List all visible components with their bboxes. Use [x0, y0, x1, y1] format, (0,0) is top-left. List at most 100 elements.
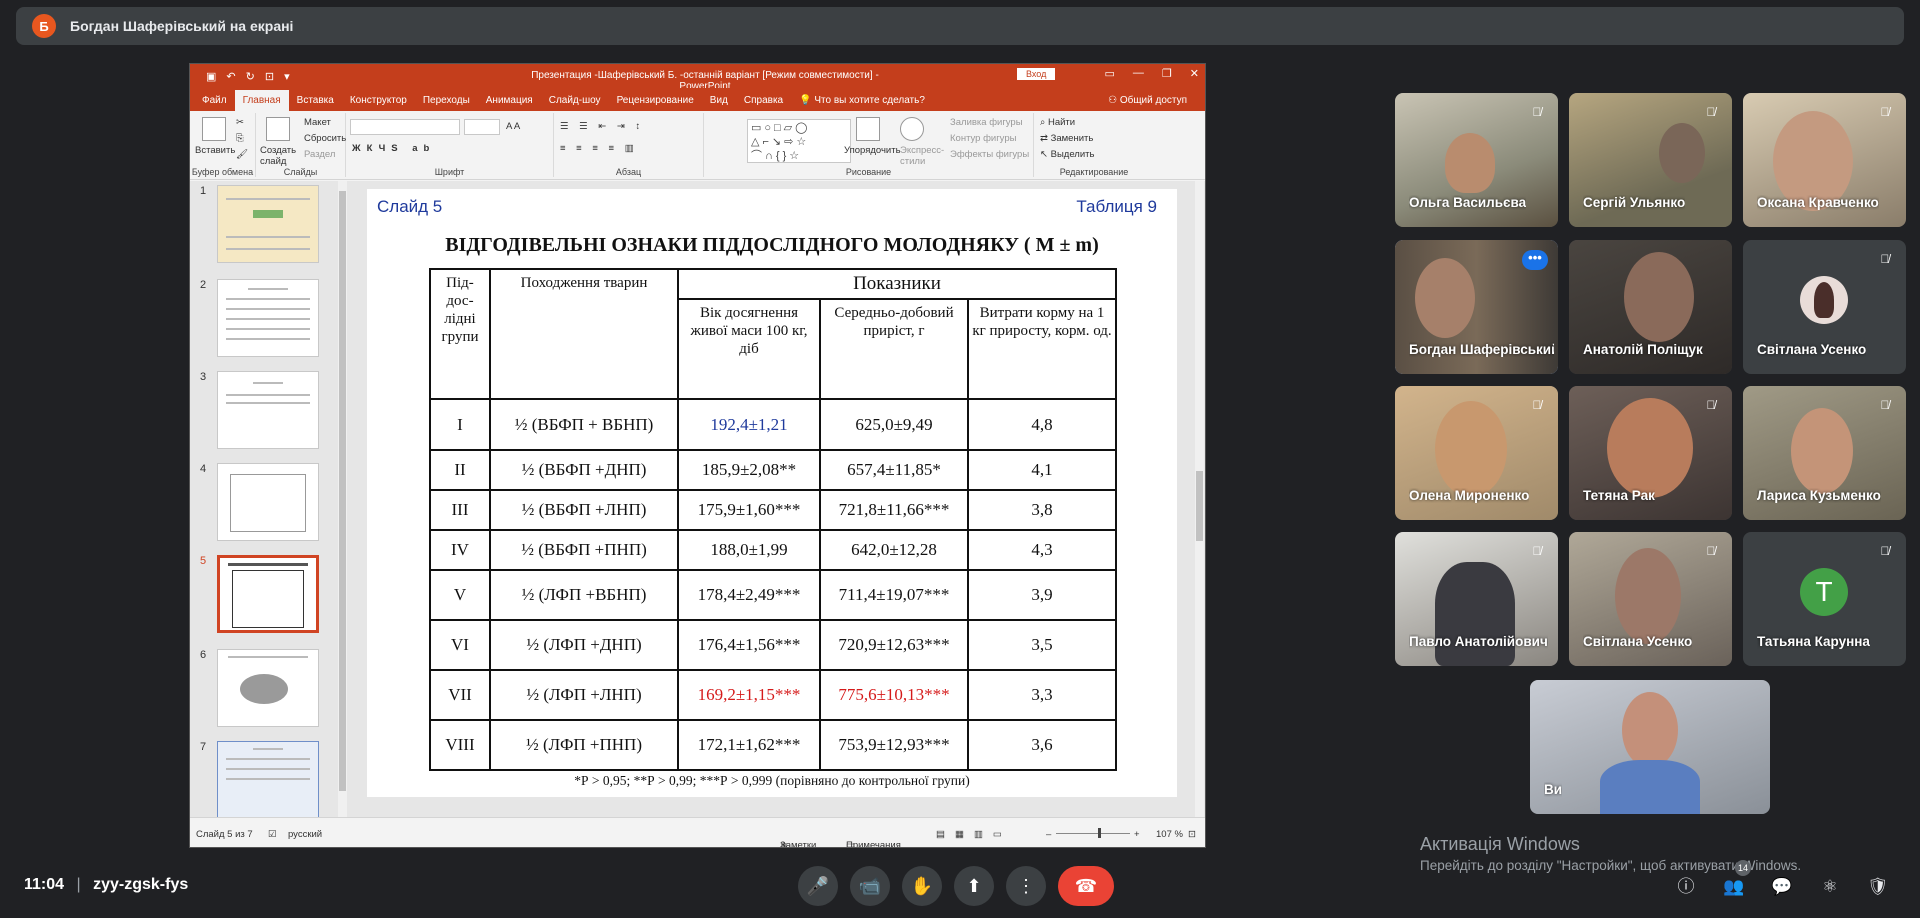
- participant-tile[interactable]: 🎙̸ Світлана Усенко: [1569, 532, 1732, 666]
- reset-button[interactable]: Сбросить: [304, 133, 346, 144]
- layout-button[interactable]: Макет: [304, 117, 331, 128]
- language-label[interactable]: русский: [288, 829, 322, 840]
- participant-tile[interactable]: 🎙̸ Павло Анатолійович: [1395, 532, 1558, 666]
- participant-name: Світлана Усенко: [1757, 342, 1867, 357]
- leave-call-button[interactable]: ☎: [1058, 866, 1114, 906]
- tab-animations[interactable]: Анимация: [478, 95, 541, 111]
- font-format-icons[interactable]: ЖКЧS ab: [352, 143, 435, 154]
- redo-icon[interactable]: ↻: [246, 70, 255, 83]
- font-size-icons[interactable]: A A: [506, 121, 520, 132]
- editor-scrollbar[interactable]: [1195, 181, 1204, 819]
- slide-thumbnail-5-selected[interactable]: [217, 555, 319, 633]
- participant-tile[interactable]: 🎙̸ Сергій Ульянко: [1569, 93, 1732, 227]
- people-button[interactable]: 👥: [1721, 874, 1747, 900]
- tell-me-search[interactable]: 💡 Что вы хотите сделать?: [791, 95, 933, 111]
- spellcheck-icon[interactable]: ☑: [268, 829, 277, 840]
- more-options-icon[interactable]: •••: [1522, 250, 1548, 270]
- tab-help[interactable]: Справка: [736, 95, 791, 111]
- slide-canvas[interactable]: Слайд 5 Таблиця 9 ВІДГОДІВЕЛЬНІ ОЗНАКИ П…: [367, 189, 1177, 797]
- arrange-button[interactable]: Упорядочить: [844, 145, 901, 156]
- tab-review[interactable]: Рецензирование: [609, 95, 702, 111]
- cell-feed: 4,1: [967, 449, 1117, 491]
- new-slide-icon[interactable]: [266, 117, 290, 141]
- paste-icon[interactable]: [202, 117, 226, 141]
- participant-tile[interactable]: 🎙̸ Ольга Васильєва: [1395, 93, 1558, 227]
- zoom-slider[interactable]: [1056, 833, 1130, 834]
- participant-tile[interactable]: 🎙̸ Лариса Кузьменко: [1743, 386, 1906, 520]
- fit-slide-icon[interactable]: ⊡: [1188, 829, 1196, 840]
- font-size-field[interactable]: [464, 119, 500, 135]
- participant-tile[interactable]: Т 🎙̸ Татьяна Карунна: [1743, 532, 1906, 666]
- customize-qat-icon[interactable]: ▾: [284, 70, 290, 83]
- undo-icon[interactable]: ↶: [226, 70, 235, 83]
- new-slide-button[interactable]: Создать слайд: [260, 145, 300, 167]
- arrange-icon[interactable]: [856, 117, 880, 141]
- slide-thumbnail-3[interactable]: [217, 371, 319, 449]
- slide-thumbnail-4[interactable]: [217, 463, 319, 541]
- select-button[interactable]: ↖ Выделить: [1040, 149, 1094, 160]
- participant-tile[interactable]: 🎙̸ Світлана Усенко: [1743, 240, 1906, 374]
- mic-button[interactable]: 🎤: [798, 866, 838, 906]
- save-icon[interactable]: ▣: [206, 70, 216, 83]
- meeting-details-button[interactable]: ⓘ: [1673, 874, 1699, 900]
- format-painter-icon[interactable]: 🖌: [236, 149, 248, 160]
- self-view-tile[interactable]: Ви: [1530, 680, 1770, 814]
- zoom-out-icon[interactable]: –: [1046, 829, 1051, 840]
- paste-button[interactable]: Вставить: [195, 145, 235, 156]
- cut-icon[interactable]: ✂: [236, 117, 244, 128]
- more-options-button[interactable]: ⋮: [1006, 866, 1046, 906]
- scrollbar-thumb[interactable]: [1196, 471, 1203, 541]
- quick-styles-icon[interactable]: [900, 117, 924, 141]
- slide-thumbnail-7[interactable]: [217, 741, 319, 819]
- list-icons[interactable]: ☰ ☰ ⇤ ⇥ ↕: [560, 121, 644, 132]
- scrollbar-thumb[interactable]: [339, 191, 346, 791]
- shapes-gallery[interactable]: ▭○□▱◯ △⌐↘⇨☆ ⌒∩{}☆: [747, 119, 851, 163]
- copy-icon[interactable]: ⎘: [236, 133, 244, 144]
- quick-styles-button[interactable]: Экспресс-стили: [900, 145, 944, 167]
- zoom-in-icon[interactable]: +: [1134, 829, 1140, 840]
- signin-button[interactable]: Вход: [1017, 68, 1056, 80]
- participant-tile-active-speaker[interactable]: ••• Богдан Шаферівський: [1395, 240, 1558, 374]
- tab-file[interactable]: Файл: [194, 95, 235, 111]
- shape-effects-button[interactable]: Эффекты фигуры: [950, 149, 1029, 160]
- zoom-level[interactable]: 107 %: [1156, 829, 1183, 840]
- close-icon[interactable]: ✕: [1190, 67, 1199, 80]
- find-button[interactable]: ⌕ Найти: [1040, 117, 1075, 128]
- camera-button[interactable]: 📹: [850, 866, 890, 906]
- participant-tile[interactable]: 🎙̸ Олена Мироненко: [1395, 386, 1558, 520]
- replace-button[interactable]: ⇄ Заменить: [1040, 133, 1093, 144]
- participant-tile[interactable]: 🎙̸ Тетяна Рак: [1569, 386, 1732, 520]
- zoom-slider-knob[interactable]: [1098, 828, 1101, 838]
- thumbnails-scrollbar[interactable]: [338, 181, 347, 819]
- raise-hand-button[interactable]: ✋: [902, 866, 942, 906]
- host-controls-button[interactable]: 🛡: [1865, 874, 1891, 900]
- tab-design[interactable]: Конструктор: [342, 95, 415, 111]
- tab-home[interactable]: Главная: [234, 90, 289, 111]
- tab-slideshow[interactable]: Слайд-шоу: [541, 95, 609, 111]
- tab-view[interactable]: Вид: [702, 95, 736, 111]
- present-button[interactable]: ⬆: [954, 866, 994, 906]
- share-button[interactable]: ⚇ Общий доступ: [1108, 95, 1187, 106]
- tab-transitions[interactable]: Переходы: [415, 95, 478, 111]
- activities-button[interactable]: ⚛: [1817, 874, 1843, 900]
- view-icons[interactable]: ▤▦▥▭: [936, 829, 1012, 840]
- slide-thumbnail-6[interactable]: [217, 649, 319, 727]
- ribbon-display-icon[interactable]: ▭: [1105, 67, 1115, 80]
- restore-icon[interactable]: ❐: [1162, 67, 1172, 80]
- slide-thumbnail-1[interactable]: [217, 185, 319, 263]
- minimize-icon[interactable]: —: [1133, 67, 1144, 80]
- slide-thumbnail-2[interactable]: [217, 279, 319, 357]
- person-silhouette: [1445, 133, 1495, 193]
- tab-insert[interactable]: Вставка: [289, 95, 342, 111]
- shape-fill-button[interactable]: Заливка фигуры: [950, 117, 1023, 128]
- align-icons[interactable]: ≡ ≡ ≡ ≡ ▥: [560, 143, 638, 154]
- section-button[interactable]: Раздел: [304, 149, 335, 160]
- participant-tile[interactable]: 🎙̸ Оксана Кравченко: [1743, 93, 1906, 227]
- participant-tile[interactable]: Анатолій Поліщук: [1569, 240, 1732, 374]
- status-bar: Слайд 5 из 7 ☑ русский ≐ Заметки ▭ Приме…: [190, 817, 1205, 847]
- mic-off-icon: 🎙̸: [1532, 544, 1542, 558]
- shape-outline-button[interactable]: Контур фигуры: [950, 133, 1016, 144]
- start-slideshow-icon[interactable]: ⊡: [265, 70, 274, 83]
- chat-button[interactable]: 💬: [1769, 874, 1795, 900]
- font-name-field[interactable]: [350, 119, 460, 135]
